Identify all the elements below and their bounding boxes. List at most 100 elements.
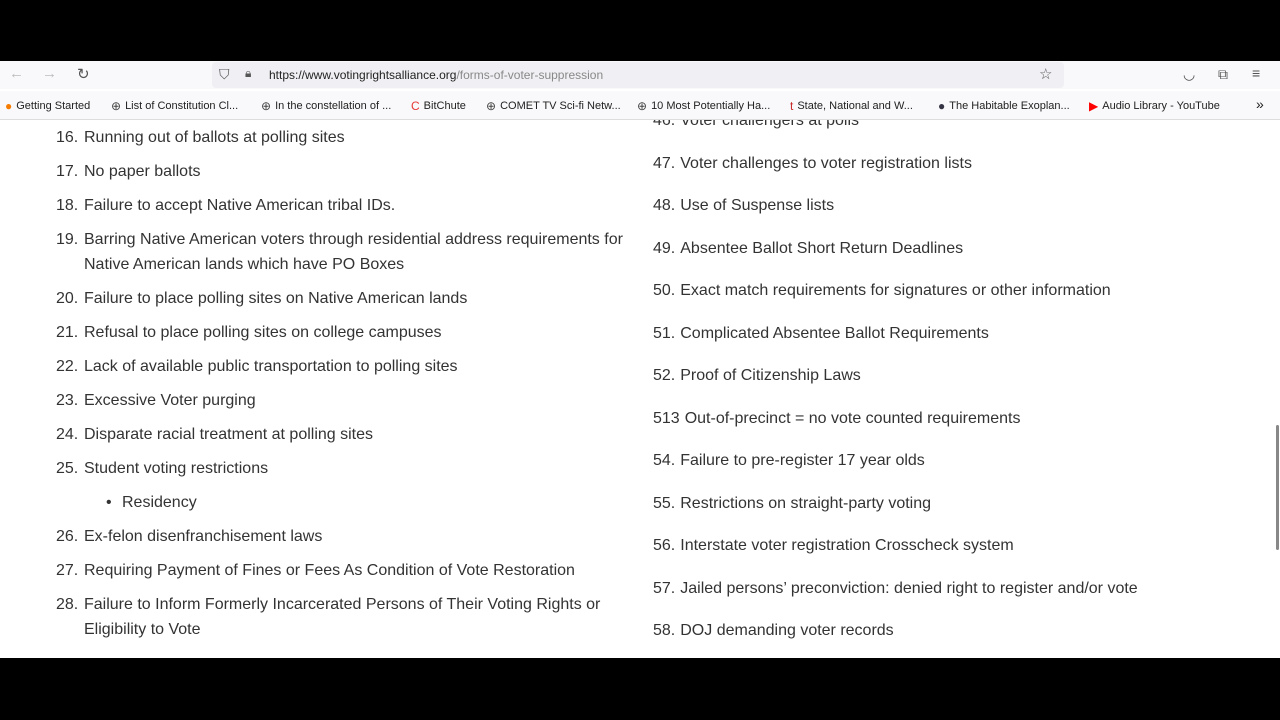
menu-icon[interactable]: ≡: [1252, 65, 1260, 81]
bookmark-item[interactable]: t State, National and W...: [790, 99, 913, 113]
item-text: Residency: [122, 494, 197, 511]
bookmark-label: State, National and W...: [797, 100, 913, 112]
list-item: 513 Out-of-precinct = no vote counted req…: [653, 406, 1253, 431]
list-item: 27. Requiring Payment of Fines or Fees As…: [56, 558, 626, 583]
item-text: Jailed persons’ preconviction: denied ri…: [680, 579, 1138, 597]
list-item: 55. Restrictions on straight-party voting: [653, 491, 1253, 516]
planet-icon: ●: [938, 99, 946, 113]
list-item: 18. Failure to accept Native American tri…: [56, 193, 626, 218]
bookmark-label: BitChute: [423, 100, 466, 112]
item-text: Absentee Ballot Short Return Deadlines: [680, 239, 964, 257]
item-text: Failure to Inform Formerly Incarcerated …: [84, 596, 601, 638]
star-icon[interactable]: ☆: [1039, 65, 1052, 83]
bookmarks-overflow-icon[interactable]: »: [1256, 96, 1264, 112]
item-number: 19.: [56, 231, 79, 248]
url-bar[interactable]: ⛉ 🔒︎ https://www.votingrightsalliance.or…: [212, 62, 1064, 88]
item-text: Excessive Voter purging: [84, 392, 256, 409]
globe-icon: ⊕: [111, 99, 122, 113]
tumblr-icon: t: [790, 99, 794, 113]
suppression-list-left: 16. Running out of ballots at polling sit…: [56, 125, 626, 651]
list-item: 46. Voter challengers at polls: [653, 120, 1253, 133]
item-text: Failure to pre-register 17 year olds: [680, 452, 925, 469]
list-item: • Residency: [56, 490, 626, 515]
list-item: 25. Student voting restrictions: [56, 456, 626, 481]
item-text: Restrictions on straight-party voting: [680, 494, 932, 512]
item-text: Use of Suspense lists: [680, 197, 835, 214]
item-number: •: [106, 494, 112, 511]
globe-icon: ⊕: [637, 99, 648, 113]
list-item: 21. Refusal to place polling sites on col…: [56, 320, 626, 345]
item-text: Student voting restrictions: [84, 460, 269, 477]
list-item: 58. DOJ demanding voter records: [653, 618, 1253, 643]
item-number: 17.: [56, 163, 79, 180]
list-item: 49. Absentee Ballot Short Return Deadline…: [653, 236, 1253, 261]
reload-icon[interactable]: ↻: [77, 65, 90, 83]
bookmark-item[interactable]: ● Getting Started: [5, 99, 90, 113]
list-item: 50. Exact match requirements for signatur…: [653, 278, 1253, 303]
extensions-icon[interactable]: ⧉: [1218, 66, 1228, 83]
lock-icon[interactable]: 🔒︎: [245, 66, 251, 81]
url-host: https://www.votingrightsalliance.org: [269, 68, 457, 82]
firefox-icon: ●: [5, 99, 13, 113]
item-text: DOJ demanding voter records: [680, 622, 894, 639]
scrollbar-thumb[interactable]: [1276, 425, 1279, 550]
item-text: Voter challengers at polls: [680, 120, 860, 129]
list-item: 23. Excessive Voter purging: [56, 388, 626, 413]
bookmark-item[interactable]: ⊕ 10 Most Potentially Ha...: [637, 99, 770, 113]
bookmark-label: 10 Most Potentially Ha...: [651, 100, 771, 112]
forward-icon[interactable]: →: [42, 65, 57, 82]
item-number: 46.: [653, 120, 676, 129]
item-number: 25.: [56, 460, 79, 477]
globe-icon: ⊕: [261, 99, 272, 113]
item-number: 48.: [653, 197, 676, 214]
item-text: Proof of Citizenship Laws: [680, 367, 861, 384]
item-text: Failure to accept Native American tribal…: [84, 197, 396, 214]
list-item: 57. Jailed persons’ preconviction: denied…: [653, 576, 1253, 601]
bookmark-item[interactable]: C BitChute: [411, 99, 466, 113]
bookmark-item[interactable]: ⊕ List of Constitution Cl...: [111, 99, 238, 113]
item-number: 54.: [653, 452, 676, 469]
item-number: 21.: [56, 324, 79, 341]
list-item: 24. Disparate racial treatment at polling…: [56, 422, 626, 447]
item-text: Ex-felon disenfranchisement laws: [84, 528, 323, 545]
item-number: 23.: [56, 392, 79, 409]
bookmark-item[interactable]: ▶ Audio Library - YouTube: [1089, 99, 1220, 113]
bookmark-label: The Habitable Exoplan...: [949, 100, 1070, 112]
bookmark-item[interactable]: ⊕ COMET TV Sci-fi Netw...: [486, 99, 621, 113]
item-text: Lack of available public transportation …: [84, 358, 458, 375]
back-icon[interactable]: ←: [9, 65, 24, 82]
bookmark-label: Audio Library - YouTube: [1102, 100, 1220, 112]
item-number: 55.: [653, 494, 676, 512]
item-text: Out-of-precinct = no vote counted requir…: [684, 409, 1021, 427]
list-item: 16. Running out of ballots at polling sit…: [56, 125, 626, 150]
list-item: 47. Voter challenges to voter registratio…: [653, 151, 1253, 176]
item-text: Running out of ballots at polling sites: [84, 129, 345, 146]
item-number: 28.: [56, 596, 79, 613]
item-number: 57.: [653, 579, 676, 597]
url-path: /forms-of-voter-suppression: [456, 68, 604, 82]
list-item: 19. Barring Native American voters throug…: [56, 227, 626, 277]
bookmark-label: COMET TV Sci-fi Netw...: [500, 100, 621, 112]
bookmark-label: In the constellation of ...: [275, 100, 392, 112]
pocket-icon[interactable]: ◡: [1183, 66, 1195, 83]
bookmark-item[interactable]: ⊕ In the constellation of ...: [261, 99, 391, 113]
item-text: Barring Native American voters through r…: [84, 231, 623, 273]
item-number: 22.: [56, 358, 79, 375]
url-text[interactable]: https://www.votingrightsalliance.org/for…: [269, 68, 603, 82]
list-item: 28. Failure to Inform Formerly Incarcerat…: [56, 592, 626, 642]
item-number: 27.: [56, 562, 79, 579]
item-text: Disparate racial treatment at polling si…: [84, 426, 374, 443]
item-number: 16.: [56, 129, 79, 146]
item-text: No paper ballots: [84, 163, 201, 180]
item-number: 52.: [653, 367, 676, 384]
item-text: Failure to place polling sites on Native…: [84, 290, 468, 307]
bookmark-item[interactable]: ● The Habitable Exoplan...: [938, 99, 1070, 113]
item-number: 20.: [56, 290, 79, 307]
list-item: 52. Proof of Citizenship Laws: [653, 363, 1253, 388]
item-number: 26.: [56, 528, 79, 545]
item-text: Requiring Payment of Fines or Fees As Co…: [84, 562, 575, 579]
shield-icon[interactable]: ⛉: [219, 66, 230, 83]
bookmark-label: Getting Started: [16, 100, 91, 112]
bookmark-label: List of Constitution Cl...: [125, 100, 239, 112]
bookmarks-bar: ● Getting Started ⊕ List of Constitution Cl…: [0, 91, 1280, 120]
